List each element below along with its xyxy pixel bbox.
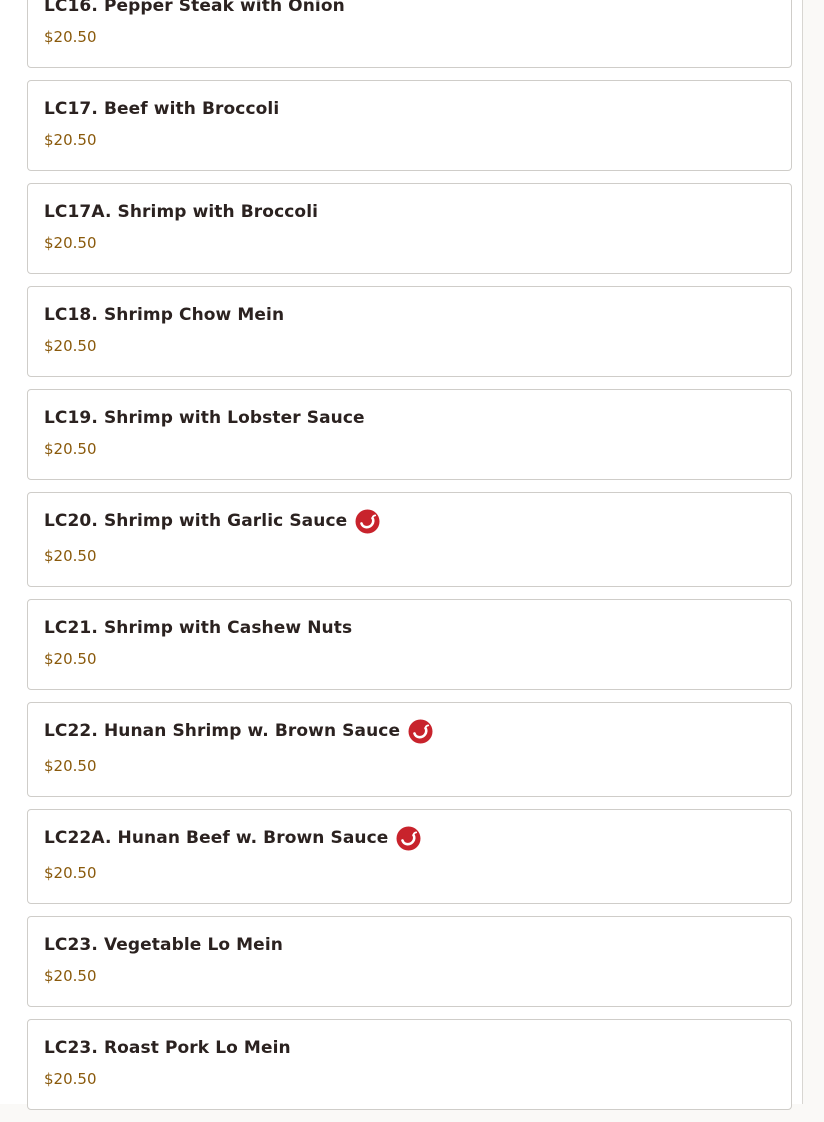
menu-item-name: LC21. Shrimp with Cashew Nuts	[44, 618, 353, 638]
menu-item-title-row: LC22. Hunan Shrimp w. Brown Sauce	[44, 718, 775, 744]
menu-item-price: $20.50	[44, 967, 97, 985]
menu-item-name: LC17. Beef with Broccoli	[44, 99, 280, 119]
menu-item-name: LC22. Hunan Shrimp w. Brown Sauce	[44, 721, 401, 741]
menu-item-title-row: LC16. Pepper Steak with Onion	[44, 0, 775, 19]
menu-item-price: $20.50	[44, 131, 97, 149]
menu-item-title-row: LC17A. Shrimp with Broccoli	[44, 199, 775, 225]
menu-item-card[interactable]: LC20. Shrimp with Garlic Sauce $20.50	[27, 492, 792, 587]
menu-item-price: $20.50	[44, 337, 97, 355]
menu-item-price: $20.50	[44, 547, 97, 565]
menu-item-card[interactable]: LC21. Shrimp with Cashew Nuts $20.50	[27, 599, 792, 690]
menu-item-card[interactable]: LC17. Beef with Broccoli $20.50	[27, 80, 792, 171]
menu-item-card[interactable]: LC19. Shrimp with Lobster Sauce $20.50	[27, 389, 792, 480]
menu-item-list: LC16. Pepper Steak with Onion $20.50 LC1…	[27, 0, 792, 1122]
menu-item-name: LC22A. Hunan Beef w. Brown Sauce	[44, 828, 389, 848]
menu-item-name: LC20. Shrimp with Garlic Sauce	[44, 511, 348, 531]
menu-item-card[interactable]: LC23. Vegetable Lo Mein $20.50	[27, 916, 792, 1007]
menu-item-card[interactable]: LC23. Roast Pork Lo Mein $20.50	[27, 1019, 792, 1110]
menu-item-price: $20.50	[44, 650, 97, 668]
menu-item-price: $20.50	[44, 28, 97, 46]
menu-item-price: $20.50	[44, 440, 97, 458]
menu-item-price: $20.50	[44, 864, 97, 882]
menu-item-name: LC19. Shrimp with Lobster Sauce	[44, 408, 365, 428]
menu-item-title-row: LC23. Vegetable Lo Mein	[44, 932, 775, 958]
menu-item-name: LC23. Roast Pork Lo Mein	[44, 1038, 291, 1058]
menu-item-card[interactable]: LC18. Shrimp Chow Mein $20.50	[27, 286, 792, 377]
menu-item-title-row: LC21. Shrimp with Cashew Nuts	[44, 615, 775, 641]
chili-pepper-icon	[396, 826, 421, 851]
chili-pepper-icon	[408, 719, 433, 744]
menu-item-card[interactable]: LC22A. Hunan Beef w. Brown Sauce $20.50	[27, 809, 792, 904]
menu-item-title-row: LC23. Roast Pork Lo Mein	[44, 1035, 775, 1061]
menu-item-card[interactable]: LC22. Hunan Shrimp w. Brown Sauce $20.50	[27, 702, 792, 797]
menu-panel: LC16. Pepper Steak with Onion $20.50 LC1…	[0, 0, 803, 1110]
menu-item-name: LC17A. Shrimp with Broccoli	[44, 202, 319, 222]
menu-item-card[interactable]: LC16. Pepper Steak with Onion $20.50	[27, 0, 792, 68]
menu-item-title-row: LC22A. Hunan Beef w. Brown Sauce	[44, 825, 775, 851]
menu-item-name: LC18. Shrimp Chow Mein	[44, 305, 285, 325]
menu-item-name: LC16. Pepper Steak with Onion	[44, 0, 345, 16]
menu-item-price: $20.50	[44, 234, 97, 252]
menu-item-title-row: LC19. Shrimp with Lobster Sauce	[44, 405, 775, 431]
menu-item-card[interactable]: LC17A. Shrimp with Broccoli $20.50	[27, 183, 792, 274]
menu-item-price: $20.50	[44, 1070, 97, 1088]
menu-item-price: $20.50	[44, 757, 97, 775]
menu-item-title-row: LC17. Beef with Broccoli	[44, 96, 775, 122]
menu-item-name: LC23. Vegetable Lo Mein	[44, 935, 283, 955]
menu-item-title-row: LC18. Shrimp Chow Mein	[44, 302, 775, 328]
chili-pepper-icon	[355, 509, 380, 534]
menu-item-title-row: LC20. Shrimp with Garlic Sauce	[44, 508, 775, 534]
